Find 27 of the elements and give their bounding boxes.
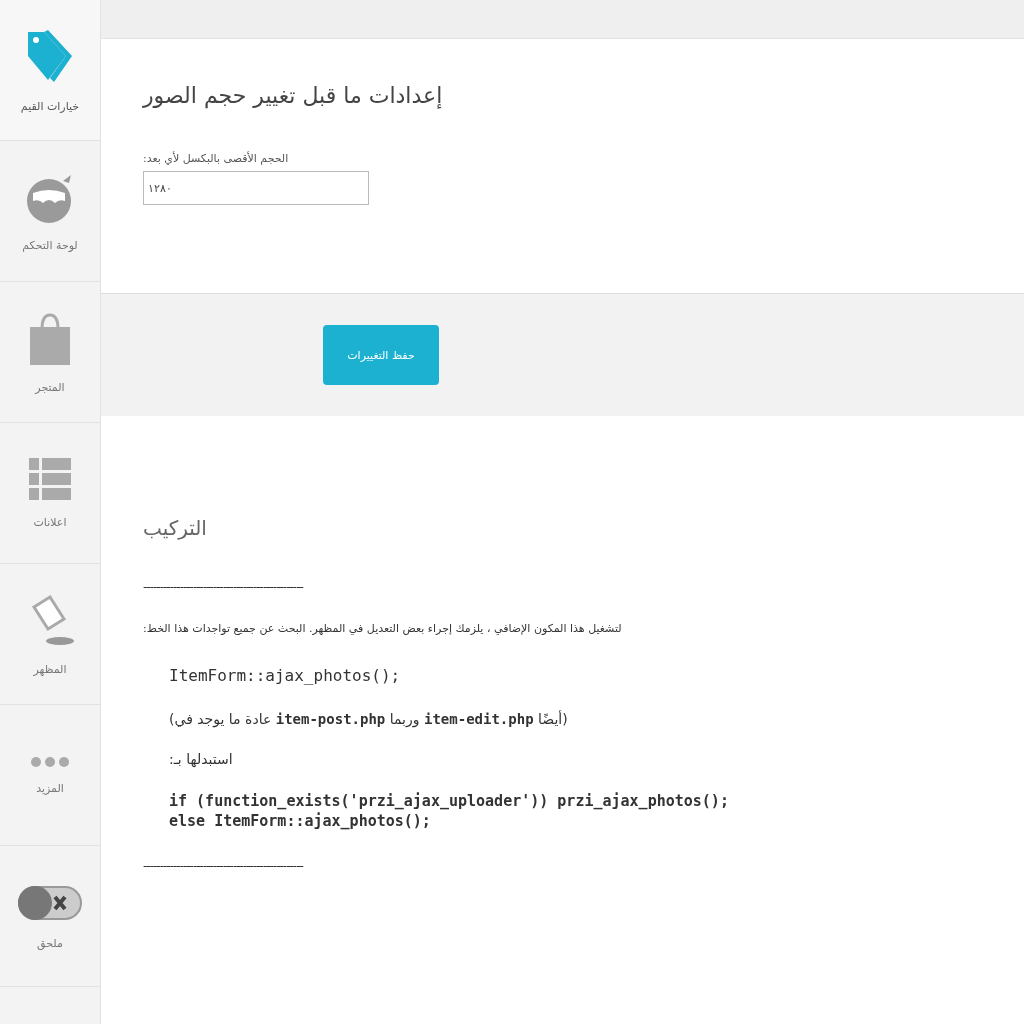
- section-title: إعدادات ما قبل تغيير حجم الصور: [143, 83, 443, 108]
- code-snippet: if (function_exists('przi_ajax_uploader')) przi_ajax_photos(); else ItemForm::ajax_photos();: [169, 790, 729, 832]
- instruction-text: لتشغيل هذا المكون الإضافي ، يلزمك إجراء بعض التعديل في المظهر. البحث عن جميع تواجدات هذا الخط:: [143, 622, 622, 635]
- dashed-separator: ------------------------------------------------: [143, 859, 303, 874]
- sidebar-item[interactable]: المزيد: [0, 705, 100, 846]
- sidebar-item-label: المزيد: [36, 781, 64, 795]
- sidebar-item[interactable]: المتجر: [0, 282, 100, 423]
- section-title: التركيب: [143, 516, 207, 540]
- sidebar-item[interactable]: خيارات القيم: [0, 0, 100, 141]
- input-field[interactable]: ١٢٨٠: [143, 171, 369, 205]
- sidebar-item[interactable]: اعلانات: [0, 423, 100, 564]
- sidebar-item[interactable]: ملحق: [0, 846, 100, 987]
- sidebar-item[interactable]: لوحة التحكم: [0, 141, 100, 282]
- save-button[interactable]: حفظ التغييرات: [323, 325, 439, 385]
- sidebar-item-label: المظهر: [33, 662, 67, 676]
- field-label: الحجم الأقصى بالبكسل لأي بعد:: [143, 152, 289, 165]
- more-icon: [30, 755, 70, 768]
- instruction-text: استبدلها بـ:: [169, 750, 233, 767]
- sidebar-item-label: المتجر: [35, 380, 65, 394]
- dashed-separator: ------------------------------------------------: [143, 580, 303, 594]
- sidebar-item[interactable]: المظهر: [0, 564, 100, 705]
- sidebar-item-label: خيارات القيم: [20, 99, 80, 113]
- sidebar-item-label: ملحق: [37, 936, 63, 950]
- code-snippet: ItemForm::ajax_photos();: [169, 665, 401, 687]
- sidebar-item-label: لوحة التحكم: [22, 238, 78, 252]
- list-icon: [29, 457, 71, 502]
- sidebar-item-label: اعلانات: [33, 515, 67, 529]
